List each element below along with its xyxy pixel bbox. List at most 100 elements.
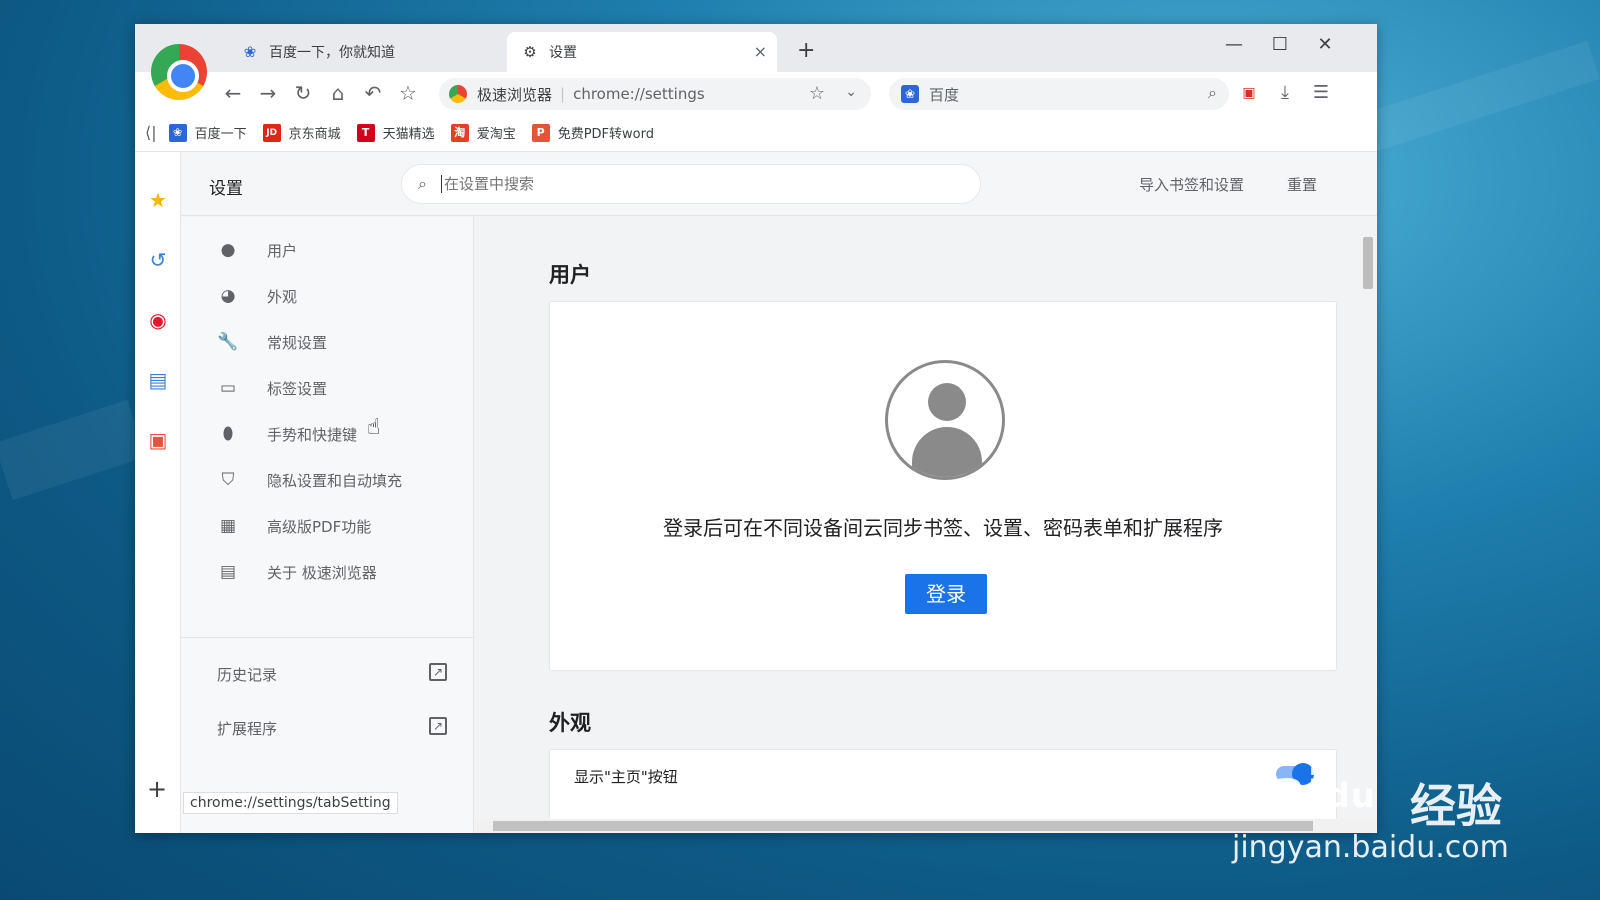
close-tab-icon[interactable]: × (754, 42, 767, 61)
collapse-sidebar-icon[interactable]: ⟨| (145, 123, 157, 142)
person-icon: ● (220, 240, 236, 260)
bookmark-label: 免费PDF转word (557, 127, 654, 142)
import-bookmarks-link[interactable]: 导入书签和设置 (1139, 174, 1244, 195)
external-link-icon: ↗ (429, 717, 447, 735)
show-home-button-label: 显示"主页"按钮 (574, 768, 678, 786)
minimize-button[interactable]: — (1219, 34, 1249, 55)
sidebar-item-gestures[interactable]: ⬮ 手势和快捷键 (181, 411, 474, 457)
vertical-scrollbar[interactable] (1361, 223, 1373, 803)
sidebar-item-label: 常规设置 (267, 333, 328, 352)
sidebar-divider (181, 637, 474, 638)
reset-link[interactable]: 重置 (1287, 174, 1317, 195)
sidebar-item-label: 高级版PDF功能 (267, 517, 372, 536)
omnibox-url[interactable]: chrome://settings (573, 85, 705, 103)
search-icon: ⌕ (418, 174, 427, 193)
sidebar-item-label: 手势和快捷键 (267, 425, 358, 444)
sidebar-item-about[interactable]: ▤ 关于 极速浏览器 (181, 549, 474, 595)
menu-icon[interactable]: ☰ (1309, 81, 1333, 105)
bookmark-item[interactable]: ❀ 百度一下 (168, 123, 247, 142)
maximize-button[interactable]: ☐ (1265, 34, 1295, 55)
settings-search[interactable]: ⌕ (401, 164, 981, 204)
card-icon[interactable]: ▤ (146, 368, 170, 392)
sidebar-link-history[interactable]: 历史记录 ↗ (217, 659, 447, 689)
sidebar-item-tabs[interactable]: ▭ 标签设置 (181, 365, 474, 411)
shield-icon: ⛉ (221, 470, 235, 490)
download-icon[interactable]: ⤓ (1273, 81, 1297, 105)
omnibox-separator: | (560, 85, 566, 103)
sidebar-item-label: 关于 极速浏览器 (267, 563, 377, 582)
site-logo-icon (449, 85, 467, 103)
reload-button[interactable]: ↻ (291, 81, 315, 105)
tab-icon: ▭ (219, 378, 237, 398)
new-tab-button[interactable]: + (797, 38, 815, 63)
sidebar-link-label: 扩展程序 (217, 719, 278, 738)
pdf-icon[interactable]: ▣ (146, 428, 170, 452)
baidu-paw-icon: ❀ (243, 43, 257, 61)
tab-label: 百度一下，你就知道 (269, 45, 395, 61)
tab-label: 设置 (549, 45, 577, 61)
sidebar-item-pdf[interactable]: ▦ 高级版PDF功能 (181, 503, 474, 549)
home-button[interactable]: ⌂ (326, 81, 350, 105)
taobao-icon: 淘 (450, 123, 469, 142)
weibo-icon[interactable]: ◉ (146, 308, 170, 332)
sidebar-item-privacy[interactable]: ⛉ 隐私设置和自动填充 (181, 457, 474, 503)
add-rail-item-button[interactable]: + (147, 775, 167, 803)
toolbar: ← → ↻ ⌂ ↶ ☆ 极速浏览器 | chrome://settings ☆ … (135, 72, 1377, 114)
gear-icon: ⚙ (523, 43, 537, 61)
bookmark-item[interactable]: P 免费PDF转word (531, 123, 654, 142)
tab-baidu[interactable]: ❀ 百度一下，你就知道 (227, 32, 497, 72)
watermark-url: jingyan.baidu.com (1232, 830, 1509, 865)
bookmark-label: 百度一下 (194, 127, 247, 142)
back-button[interactable]: ← (221, 81, 245, 105)
pdf-icon: P (531, 123, 550, 142)
bookmark-item[interactable]: 淘 爱淘宝 (450, 123, 516, 142)
status-bar-url: chrome://settings/tabSetting (183, 792, 398, 814)
baidu-paw-icon: ❀ (168, 123, 187, 142)
chevron-down-icon[interactable]: ⌄ (845, 84, 857, 100)
tmall-icon: T (356, 123, 375, 142)
favorite-button[interactable]: ☆ (396, 81, 420, 105)
bookmarks-bar: ⟨| ❀ 百度一下 JD 京东商城 T 天猫精选 淘 爱淘宝 P 免费PDF转w… (135, 114, 1377, 152)
watermark-brand: Baidu (1230, 760, 1377, 820)
history-icon[interactable]: ↺ (146, 248, 170, 272)
bookmark-label: 天猫精选 (382, 127, 435, 142)
search-engine-box[interactable]: ❀ 百度 ⌕ (889, 78, 1229, 110)
close-window-button[interactable]: ✕ (1310, 34, 1340, 55)
sidebar-item-appearance[interactable]: ◕ 外观 (181, 273, 474, 319)
baidu-paw-icon: ❀ (901, 85, 919, 103)
tab-settings[interactable]: ⚙ 设置 × (507, 32, 777, 72)
browser-logo-icon[interactable] (151, 44, 207, 100)
avatar-icon (885, 360, 1005, 480)
pdf-icon: ▦ (219, 516, 237, 536)
bookmark-label: 京东商城 (288, 127, 341, 142)
sidebar-link-extensions[interactable]: 扩展程序 ↗ (217, 713, 447, 743)
mouse-pointer-icon: ☝ (367, 415, 381, 440)
bookmark-item[interactable]: T 天猫精选 (356, 123, 435, 142)
palette-icon: ◕ (220, 286, 236, 306)
settings-search-input[interactable] (440, 175, 921, 193)
bookmark-star-icon[interactable]: ☆ (809, 83, 825, 104)
section-title-user: 用户 (549, 263, 591, 287)
sidebar-item-general[interactable]: 🔧 常规设置 (181, 319, 474, 365)
side-rail: ★ ↺ ◉ ▤ ▣ + (135, 152, 181, 833)
forward-button[interactable]: → (256, 81, 280, 105)
bookmark-item[interactable]: JD 京东商城 (262, 123, 341, 142)
mouse-icon: ⬮ (222, 424, 234, 444)
browser-window: ❀ 百度一下，你就知道 ⚙ 设置 × + — ☐ ✕ ← → ↻ ⌂ ↶ ☆ 极… (135, 24, 1377, 833)
sidebar-item-label: 用户 (267, 241, 298, 260)
undo-close-tab-button[interactable]: ↶ (361, 81, 385, 105)
user-card: 登录后可在不同设备间云同步书签、设置、密码表单和扩展程序 登录 (549, 301, 1337, 671)
pdf-icon[interactable]: ▣ (1237, 81, 1261, 105)
sidebar-item-user[interactable]: ● 用户 (181, 227, 474, 273)
bookmark-label: 爱淘宝 (476, 127, 516, 142)
star-icon[interactable]: ★ (146, 188, 170, 212)
sidebar-item-label: 外观 (267, 287, 298, 306)
search-engine-name: 百度 (929, 85, 960, 104)
login-button[interactable]: 登录 (905, 574, 987, 614)
sidebar-link-label: 历史记录 (217, 665, 278, 684)
sync-description: 登录后可在不同设备间云同步书签、设置、密码表单和扩展程序 (663, 516, 1223, 540)
external-link-icon: ↗ (429, 663, 447, 681)
search-icon[interactable]: ⌕ (1208, 83, 1217, 103)
settings-sidebar: ● 用户 ◕ 外观 🔧 常规设置 ▭ 标签设置 ⬮ 手势和快捷键 ⛉ 隐私设置和… (181, 217, 474, 833)
address-bar[interactable]: 极速浏览器 | chrome://settings ☆ ⌄ (439, 78, 871, 110)
